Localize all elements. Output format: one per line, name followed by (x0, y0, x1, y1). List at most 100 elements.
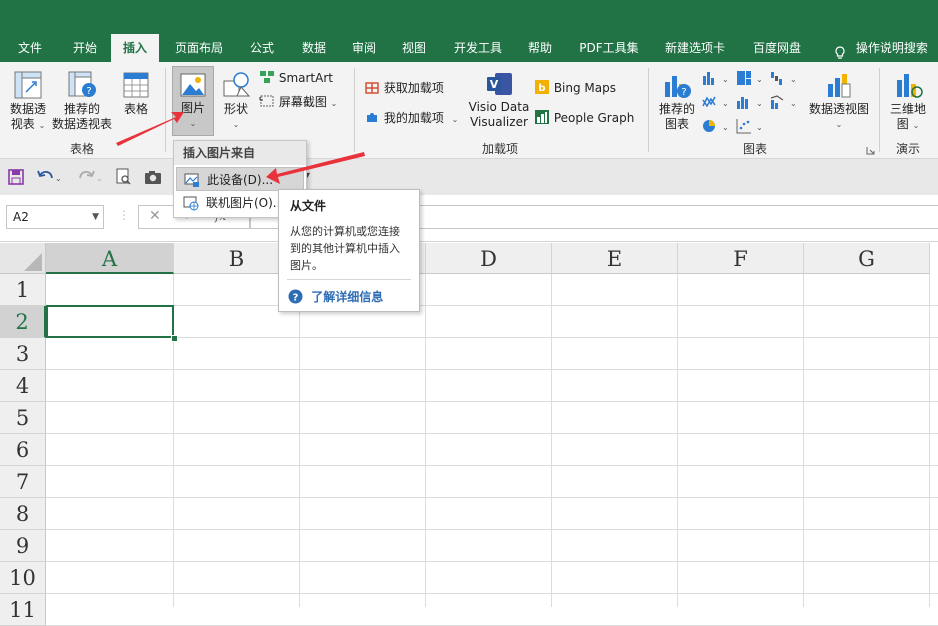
svg-text:⌄: ⌄ (722, 99, 729, 108)
tab-home[interactable]: 开始 (62, 34, 108, 62)
cancel-icon[interactable]: ✕ (149, 208, 161, 224)
recommended-charts-label-1: 推荐的 (658, 102, 695, 116)
chevron-down-icon: ⌄ (38, 121, 46, 130)
tab-baidu-netdisk[interactable]: 百度网盘 (744, 34, 810, 62)
shapes-icon (221, 70, 251, 100)
row-header-9[interactable]: 9 (0, 530, 46, 562)
row-header-6[interactable]: 6 (0, 434, 46, 466)
globe-map-icon (893, 70, 923, 100)
row-header-8[interactable]: 8 (0, 498, 46, 530)
3d-map-button[interactable]: 三维地 图 ⌄ (884, 70, 932, 133)
column-header-g[interactable]: G (804, 243, 930, 274)
help-icon: ? (288, 289, 303, 307)
table-icon (121, 70, 151, 100)
row-header-7[interactable]: 7 (0, 466, 46, 498)
tell-me-search[interactable]: 操作说明搜索 (826, 34, 936, 62)
get-addins-label: 获取加载项 (383, 81, 444, 95)
tab-page-layout[interactable]: 页面布局 (168, 34, 230, 62)
learn-more-label: 了解详细信息 (311, 290, 384, 304)
pivottable-label-1: 数据透 (9, 102, 46, 116)
undo-icon[interactable]: ⌄ (36, 168, 62, 189)
svg-text:⌄: ⌄ (722, 75, 729, 84)
visio-data-visualizer-button[interactable]: V Visio Data Visualizer (466, 70, 532, 130)
learn-more-link[interactable]: ? 了解详细信息 (288, 288, 383, 307)
chevron-down-icon: ⌄ (189, 119, 197, 128)
lightbulb-icon (834, 42, 846, 59)
column-header-a[interactable]: A (46, 243, 174, 274)
recommended-charts-button[interactable]: ? 推荐的 图表 (654, 70, 700, 132)
row-header-3[interactable]: 3 (0, 338, 46, 370)
pictures-button[interactable]: 图片 ⌄ (172, 66, 214, 136)
column-chart-icon[interactable]: ⌄ (702, 70, 730, 89)
svg-text:?: ? (681, 87, 686, 98)
tab-developer[interactable]: 开发工具 (446, 34, 510, 62)
row-header-10[interactable]: 10 (0, 562, 46, 594)
row-gridline (46, 465, 938, 466)
svg-text:⌄: ⌄ (756, 123, 763, 132)
tours-group-label: 演示 (895, 142, 920, 156)
pivottable-button[interactable]: 数据透 视表 ⌄ (6, 70, 50, 133)
name-box[interactable]: A2 ▼ (6, 205, 104, 229)
this-device-menu-item[interactable]: 此设备(D)... (176, 167, 304, 191)
row-header-4[interactable]: 4 (0, 370, 46, 402)
row-gridline (46, 369, 938, 370)
shapes-button[interactable]: 形状 ⌄ (216, 70, 256, 132)
tab-review[interactable]: 审阅 (342, 34, 386, 62)
column-header-f[interactable]: F (678, 243, 804, 274)
svg-text:⌄: ⌄ (756, 75, 763, 84)
table-button[interactable]: 表格 (116, 70, 156, 117)
column-header-d[interactable]: D (426, 243, 552, 274)
svg-text:b: b (538, 83, 545, 94)
smartart-label: SmartArt (278, 71, 333, 85)
redo-icon[interactable]: ⌄ (76, 168, 103, 189)
tab-new-tab[interactable]: 新建选项卡 (656, 34, 734, 62)
line-chart-icon[interactable]: ⌄ (702, 94, 730, 113)
scatter-chart-icon[interactable]: ⌄ (736, 118, 764, 137)
save-icon[interactable] (8, 169, 24, 188)
statistic-chart-icon[interactable]: ⌄ (736, 94, 764, 113)
bing-maps-button[interactable]: b Bing Maps (534, 79, 616, 98)
row-header-2[interactable]: 2 (0, 306, 46, 338)
recommended-pivottables-button[interactable]: ? 推荐的 数据透视表 (50, 70, 114, 132)
column-gridline (299, 274, 300, 607)
my-addins-button[interactable]: 我的加载项 ⌄ (364, 109, 458, 128)
pie-chart-icon[interactable]: ⌄ (702, 118, 730, 137)
get-addins-button[interactable]: 获取加载项 (364, 79, 444, 98)
row-header-5[interactable]: 5 (0, 402, 46, 434)
smartart-button[interactable]: SmartArt (259, 70, 333, 87)
camera-icon[interactable] (144, 169, 162, 188)
dialog-launcher-icon[interactable] (866, 144, 875, 155)
recommended-charts-label-2: 图表 (664, 117, 689, 131)
vertical-dots-icon: ⋮ (118, 208, 130, 222)
row-header-11[interactable]: 11 (0, 594, 46, 626)
charts-group-label: 图表 (742, 142, 767, 156)
tab-pdf-tools[interactable]: PDF工具集 (572, 34, 646, 62)
screenshot-button[interactable]: 屏幕截图 ⌄ (259, 93, 337, 111)
fill-handle[interactable] (171, 335, 178, 342)
row-header-1[interactable]: 1 (0, 274, 46, 306)
print-preview-icon[interactable] (116, 168, 132, 189)
selected-cell[interactable] (46, 305, 174, 338)
svg-text:⌄: ⌄ (790, 99, 797, 108)
column-header-e[interactable]: E (552, 243, 678, 274)
recommended-pivottables-label-1: 推荐的 (63, 102, 100, 116)
tab-insert[interactable]: 插入 (111, 34, 159, 62)
svg-text:V: V (490, 78, 499, 91)
people-graph-button[interactable]: People Graph (534, 109, 634, 128)
tab-file[interactable]: 文件 (8, 34, 52, 62)
tab-formulas[interactable]: 公式 (240, 34, 284, 62)
3d-map-label-2: 图 ⌄ (896, 117, 920, 131)
tab-data[interactable]: 数据 (292, 34, 336, 62)
column-gridline (677, 274, 678, 607)
ribbon-tab-bar: 文件 开始 插入 页面布局 公式 数据 审阅 视图 开发工具 帮助 PDF工具集… (0, 0, 938, 62)
svg-text:⌄: ⌄ (722, 123, 729, 132)
tab-help[interactable]: 帮助 (518, 34, 562, 62)
row-gridline (46, 337, 938, 338)
waterfall-chart-icon[interactable]: ⌄ (770, 70, 798, 89)
svg-text:⌄: ⌄ (55, 174, 62, 183)
combo-chart-icon[interactable]: ⌄ (770, 94, 798, 113)
hierarchy-chart-icon[interactable]: ⌄ (736, 70, 764, 89)
tab-view[interactable]: 视图 (392, 34, 436, 62)
select-all-corner[interactable] (0, 243, 46, 274)
pivotchart-button[interactable]: 数据透视图 ⌄ (806, 70, 872, 132)
